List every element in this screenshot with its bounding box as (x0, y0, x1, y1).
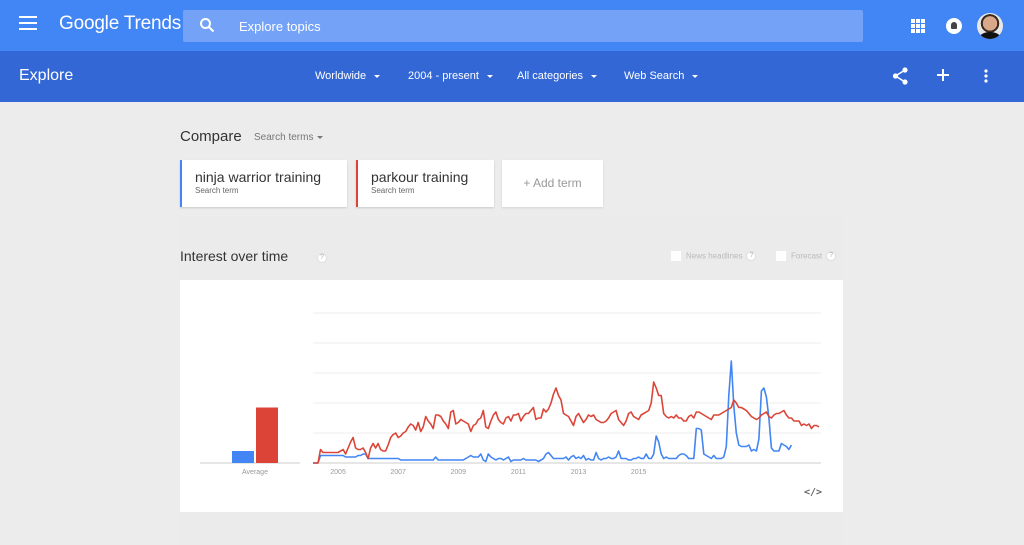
category-filter[interactable]: All categories (517, 70, 598, 82)
average-bar (256, 407, 278, 463)
search-type-filter-label: Web Search (624, 70, 685, 82)
series-line-ninja-warrior-training (313, 360, 793, 464)
help-icon[interactable]: ? (746, 251, 757, 261)
term-type: Search term (195, 186, 239, 195)
average-bar (232, 451, 254, 463)
logo-trends: Trends (123, 13, 182, 34)
chevron-down-icon (591, 74, 598, 78)
search-term-card-1[interactable]: ninja warrior training Search term (180, 160, 347, 207)
term-color-indicator (356, 160, 358, 207)
x-tick-label: 2007 (390, 469, 406, 476)
search-icon[interactable] (199, 17, 215, 33)
help-icon[interactable]: ? (826, 251, 837, 261)
top-app-bar: Google Trends (0, 0, 1024, 51)
time-range-filter[interactable]: 2004 - present (408, 70, 493, 82)
x-tick-label: 2015 (631, 469, 647, 476)
chevron-down-icon (692, 74, 699, 78)
page-title: Explore (19, 67, 74, 84)
checkbox-box[interactable] (776, 251, 786, 261)
chevron-down-icon (374, 74, 381, 78)
avatar[interactable] (977, 13, 1003, 39)
search-type-filter[interactable]: Web Search (624, 70, 699, 82)
search-term-card-2[interactable]: parkour training Search term (356, 160, 494, 207)
compare-heading: Compare (180, 128, 242, 145)
add-term-button[interactable]: + Add term (502, 160, 603, 207)
compare-type-label: Search terms (254, 132, 314, 143)
google-trends-logo[interactable]: Google Trends (59, 13, 181, 35)
location-filter[interactable]: Worldwide (315, 70, 381, 82)
term-type: Search term (371, 186, 415, 195)
x-tick-label: 2013 (571, 469, 587, 476)
x-tick-label: 2005 (330, 469, 346, 476)
search-input[interactable] (239, 10, 839, 42)
interest-chart: Average 2005 2007 2009 2011 2013 2015 (200, 312, 821, 476)
average-label: Average (242, 469, 268, 476)
forecast-label: Forecast (791, 251, 823, 261)
series-line-parkour-training (313, 381, 820, 464)
news-headlines-label: News headlines (686, 251, 743, 261)
checkbox-box[interactable] (671, 251, 681, 261)
notifications-icon[interactable] (946, 18, 962, 34)
forecast-checkbox[interactable]: Forecast? (776, 251, 837, 261)
category-filter-label: All categories (517, 70, 584, 82)
chevron-down-icon (317, 135, 324, 139)
chart-card: Average 2005 2007 2009 2011 2013 2015 </> (180, 280, 843, 512)
chevron-down-icon (486, 74, 493, 78)
apps-icon[interactable] (911, 19, 925, 33)
section-title: Interest over time (180, 248, 289, 264)
menu-icon[interactable] (19, 16, 37, 30)
x-tick-label: 2009 (451, 469, 467, 476)
term-color-indicator (180, 160, 182, 207)
news-headlines-checkbox[interactable]: News headlines? (671, 251, 757, 261)
compare-type-select[interactable]: Search terms (254, 132, 324, 143)
more-icon[interactable] (984, 69, 988, 83)
logo-google: Google (59, 13, 120, 34)
explore-toolbar: Explore Worldwide 2004 - present All cat… (0, 51, 1024, 102)
x-tick-label: 2011 (511, 469, 526, 476)
add-icon[interactable] (936, 68, 950, 82)
help-icon[interactable]: ? (317, 253, 327, 263)
location-filter-label: Worldwide (315, 70, 367, 82)
time-range-filter-label: 2004 - present (408, 70, 479, 82)
embed-icon[interactable]: </> (804, 487, 822, 498)
share-icon[interactable] (892, 67, 909, 85)
term-name: parkour training (371, 169, 469, 185)
term-name: ninja warrior training (195, 169, 322, 185)
search-box (183, 10, 863, 42)
